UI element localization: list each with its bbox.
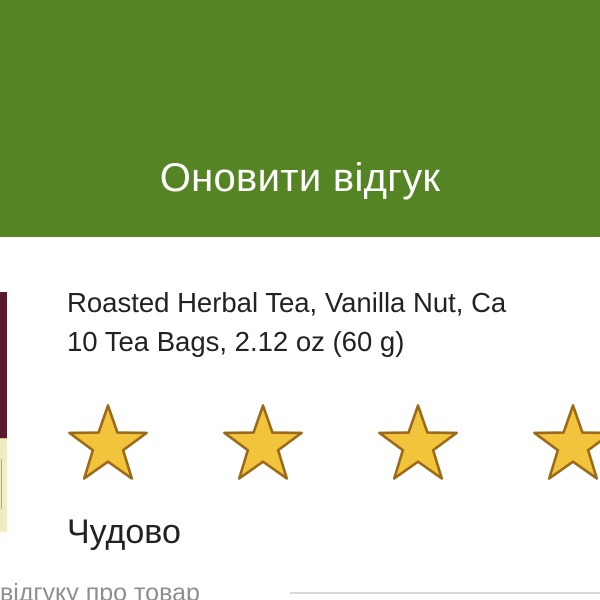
rating-label: Чудово — [67, 513, 181, 551]
page-title: Оновити відгук — [159, 156, 441, 200]
star-rating[interactable] — [67, 403, 600, 483]
product-thumbnail — [0, 292, 7, 532]
star-2-icon[interactable] — [222, 403, 304, 481]
star-3-icon[interactable] — [377, 403, 459, 481]
review-page: Оновити відгук Roasted Herbal Tea, Vanil… — [0, 0, 600, 600]
product-name-line-1: Roasted Herbal Tea, Vanilla Nut, Ca — [67, 287, 507, 318]
product-name-line-2: 10 Tea Bags, 2.12 oz (60 g) — [67, 326, 405, 357]
star-1-icon[interactable] — [67, 403, 149, 481]
product-name: Roasted Herbal Tea, Vanilla Nut, Ca 10 T… — [67, 283, 600, 361]
divider-line — [290, 592, 600, 594]
review-section-label: відгуку про товар — [0, 579, 200, 600]
header-bar: Оновити відгук — [0, 0, 600, 237]
star-4-icon[interactable] — [532, 403, 600, 481]
product-thumbnail-top — [0, 292, 7, 438]
review-section-divider: відгуку про товар — [0, 576, 600, 600]
product-thumbnail-bottom — [0, 438, 7, 532]
